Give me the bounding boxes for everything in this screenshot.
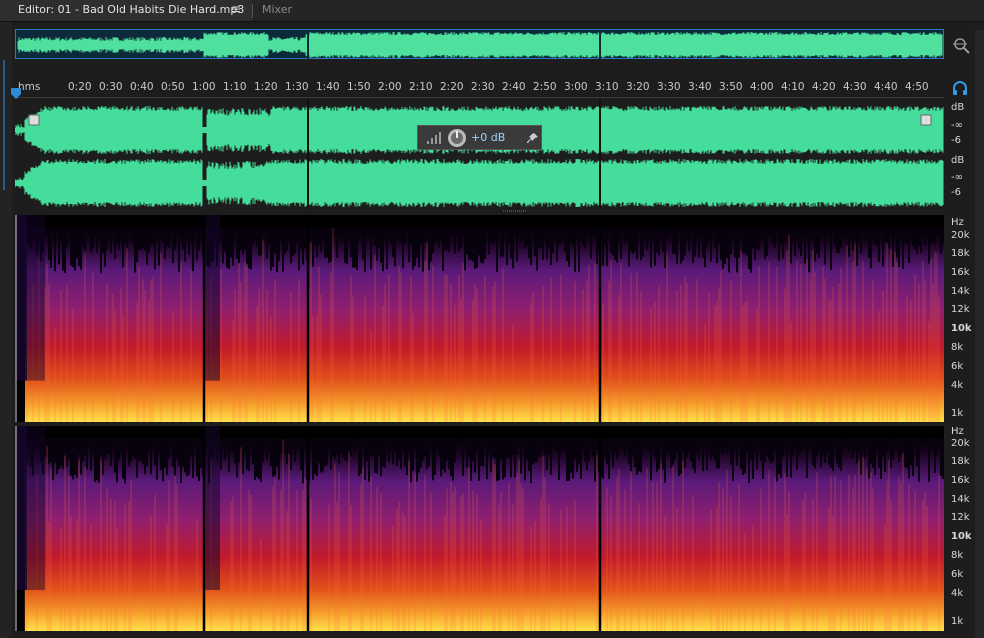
stereo-waveform [14,99,944,209]
ruler-tick-label: 1:20 [254,81,278,93]
ruler-tick-label: 3:00 [564,81,588,93]
ruler-baseline [15,97,944,98]
freq-tick-label: 1k [951,616,964,627]
volume-value: +0 dB [471,131,506,144]
overview-waveform [17,30,943,60]
ruler-tick-label: 4:10 [781,81,805,93]
freq-tick-label: 12k [951,304,970,315]
spectral-display-channel-2[interactable] [15,426,944,631]
freq-tick-label: 8k [951,342,964,353]
amp-label-db-2: dB [951,155,965,166]
headphones-icon[interactable] [952,80,968,96]
ruler-tick-label: 2:50 [533,81,557,93]
volume-knob-icon[interactable] [447,128,467,148]
freq-tick-label: 12k [951,512,970,523]
ruler-tick-label: 1:10 [223,81,247,93]
freq-unit-label: Hz [951,217,964,228]
freq-tick-label: 14k [951,286,970,297]
freq-tick-label: 6k [951,361,964,372]
ruler-tick-label: 4:40 [874,81,898,93]
amp-label-6-2: -6 [951,187,961,198]
spectrogram-1 [15,215,944,422]
freq-tick-label: 1k [951,408,964,419]
freq-tick-label: 8k [951,550,964,561]
freq-tick-label: 14k [951,494,970,505]
amp-label-db-1: dB [951,102,965,113]
ruler-tick-label: 0:50 [161,81,185,93]
freq-tick-label: 16k [951,475,970,486]
tab-editor-label: Editor: 01 - Bad Old Habits Die Hard.mp3 [18,3,245,16]
vertical-scrollbar[interactable] [975,30,984,638]
ruler-tick-label: 3:10 [595,81,619,93]
spectrogram-2 [15,426,944,631]
freq-tick-label: 4k [951,380,964,391]
tab-mixer[interactable]: Mixer [262,0,292,21]
ruler-tick-label: 1:30 [285,81,309,93]
ruler-tick-label: 3:20 [626,81,650,93]
spectral-display-channel-1[interactable] [15,215,944,422]
overview-navigator[interactable] [15,29,944,60]
waveform-display[interactable] [14,99,944,209]
freq-tick-label: 6k [951,569,964,580]
ruler-tick-label: 2:20 [440,81,464,93]
volume-hud[interactable]: +0 dB [417,125,542,150]
ruler-tick-label: 3:50 [719,81,743,93]
ruler-tick-label: 1:40 [316,81,340,93]
ruler-tick-label: 1:50 [347,81,371,93]
pin-icon[interactable] [527,132,539,144]
ruler-tick-label: 3:40 [688,81,712,93]
ruler-tick-label: 1:00 [192,81,216,93]
freq-unit-label: Hz [951,426,964,437]
amp-label-6-1: -6 [951,135,961,146]
ruler-tick-label: 2:10 [409,81,433,93]
ruler-tick-label: 2:00 [378,81,402,93]
tab-menu-icon[interactable]: ≡ [229,0,243,21]
ruler-tick-label: 0:20 [68,81,92,93]
ruler-tick-label: 4:30 [843,81,867,93]
panel-focus-marker [3,60,5,190]
ruler-tick-label: 2:30 [471,81,495,93]
amp-label-inf-2: -∞ [951,172,963,183]
ruler-tick-label: 0:30 [99,81,123,93]
freq-tick-label: 16k [951,267,970,278]
ruler-tick-label: 3:30 [657,81,681,93]
ruler-tick-label: 0:40 [130,81,154,93]
tab-separator [252,4,253,18]
time-ruler[interactable]: hms 0:20 0:30 0:40 0:50 1:00 1:10 1:20 1:30 1:40… [15,78,944,98]
tab-editor[interactable]: Editor: 01 - Bad Old Habits Die Hard.mp3 [0,0,252,21]
freq-tick-label: 4k [951,588,964,599]
freq-tick-label: 10k [951,531,972,542]
ruler-tick-label: 4:20 [812,81,836,93]
level-bars-icon [427,132,441,144]
ruler-tick-label: 4:00 [750,81,774,93]
freq-tick-label: 20k [951,438,970,449]
ruler-tick-label: 2:40 [502,81,526,93]
freq-tick-label: 18k [951,248,970,259]
amp-label-inf-1: -∞ [951,120,963,131]
ruler-tick-label: 4:50 [905,81,929,93]
freq-tick-label: 10k [951,323,972,334]
zoom-lens-icon[interactable] [952,36,970,54]
left-panel-edge [0,22,12,638]
freq-tick-label: 18k [951,456,970,467]
freq-tick-label: 20k [951,230,970,241]
splitter-grip-icon[interactable] [503,210,527,213]
